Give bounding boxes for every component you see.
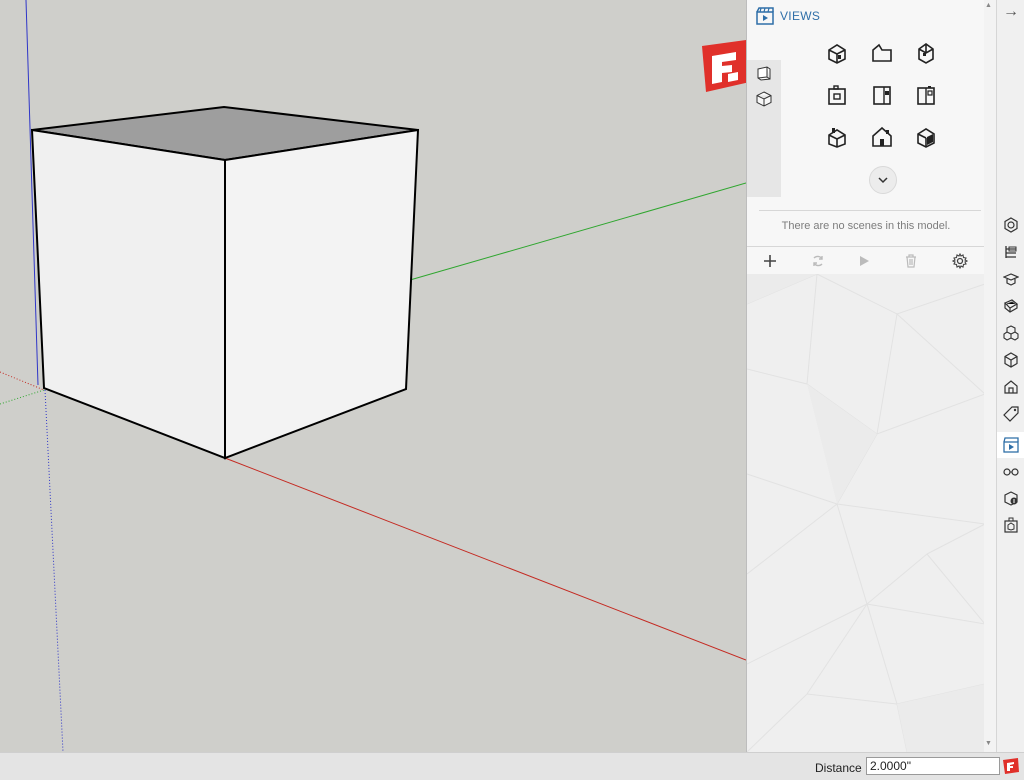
scroll-down-arrow-icon[interactable]: ▼	[985, 740, 992, 747]
panel-title: VIEWS	[780, 9, 821, 23]
panel-header[interactable]: VIEWS	[747, 0, 985, 32]
iso-view-button[interactable]	[822, 38, 852, 68]
panel-scrollbar[interactable]: ▲ ▼	[984, 0, 996, 752]
solid-tools-icon[interactable]	[1002, 516, 1020, 534]
scene-list-area[interactable]	[747, 274, 985, 752]
view-tab-iso[interactable]	[753, 88, 775, 110]
cube-right-face[interactable]	[224, 128, 420, 460]
no-scenes-message: There are no scenes in this model.	[781, 220, 951, 232]
scene-settings-button[interactable]	[951, 252, 969, 270]
view-tabs	[747, 60, 781, 197]
front-house-icon	[918, 43, 934, 64]
chevron-down-icon	[878, 177, 888, 184]
left-view-button[interactable]	[911, 80, 941, 110]
expand-views-button[interactable]	[869, 166, 897, 194]
update-scene-button[interactable]	[809, 252, 827, 270]
divider	[759, 210, 981, 211]
refresh-icon	[813, 255, 823, 267]
measurements-label: Distance	[815, 761, 862, 775]
play-animation-button[interactable]	[855, 252, 873, 270]
scene-toolbar	[747, 246, 985, 276]
sketchup-logo-icon	[1003, 758, 1019, 774]
play-icon	[860, 256, 869, 266]
sketchup-logo-icon	[702, 40, 746, 92]
plus-icon	[764, 255, 776, 267]
left-house-icon	[917, 86, 935, 105]
materials-icon[interactable]	[1002, 297, 1020, 315]
right-house-icon	[828, 85, 846, 105]
back-view-button[interactable]	[867, 80, 897, 110]
scroll-up-arrow-icon[interactable]: ▲	[985, 2, 992, 9]
tags-icon[interactable]	[1002, 405, 1020, 423]
status-bar: Distance	[0, 752, 1024, 780]
gear-icon	[952, 253, 968, 269]
viewport-scene	[0, 0, 746, 752]
perspective-house-icon	[872, 126, 892, 147]
back-house-icon	[873, 86, 891, 105]
green-axis-dotted	[0, 389, 45, 405]
components-icon[interactable]	[1002, 324, 1020, 342]
front-view-button[interactable]	[911, 38, 941, 68]
styles-icon[interactable]	[1002, 216, 1020, 234]
parallel-button[interactable]	[911, 122, 941, 152]
3d-warehouse-icon[interactable]	[1002, 378, 1020, 396]
scenes-icon[interactable]	[997, 432, 1024, 458]
outliner-icon[interactable]	[1002, 243, 1020, 261]
model-info-icon[interactable]	[1002, 489, 1020, 507]
tray-icon-strip: →	[996, 0, 1024, 752]
view-tab-standard[interactable]	[753, 62, 775, 84]
add-scene-button[interactable]	[761, 252, 779, 270]
right-view-button[interactable]	[822, 80, 852, 110]
measurements-input[interactable]	[866, 757, 1000, 775]
bottom-house-icon	[828, 128, 846, 148]
trash-icon	[906, 254, 916, 268]
entity-info-icon[interactable]	[1002, 351, 1020, 369]
instructor-icon[interactable]	[1002, 270, 1020, 288]
perspective-button[interactable]	[867, 122, 897, 152]
scenes-clapper-icon	[756, 7, 774, 25]
top-house-icon	[872, 43, 892, 62]
cube-outline-icon	[757, 66, 771, 81]
modeling-viewport[interactable]	[0, 0, 746, 752]
decorative-background	[747, 274, 985, 752]
parallel-house-icon	[917, 128, 935, 148]
arrow-right-icon[interactable]: →	[1000, 4, 1022, 20]
cube-left-face[interactable]	[30, 128, 226, 460]
cube-model[interactable]	[30, 105, 420, 460]
iso-house-icon	[828, 44, 846, 64]
iso-cube-icon	[756, 91, 772, 107]
bottom-view-button[interactable]	[822, 122, 852, 152]
green-axis	[409, 182, 746, 281]
delete-scene-button[interactable]	[902, 252, 920, 270]
blue-axis-dotted	[44, 389, 64, 752]
red-axis	[224, 457, 746, 661]
scenes-panel: VIEWS There are no scenes in this model.	[746, 0, 985, 752]
top-view-button[interactable]	[867, 38, 897, 68]
display-icon[interactable]	[1002, 462, 1020, 480]
